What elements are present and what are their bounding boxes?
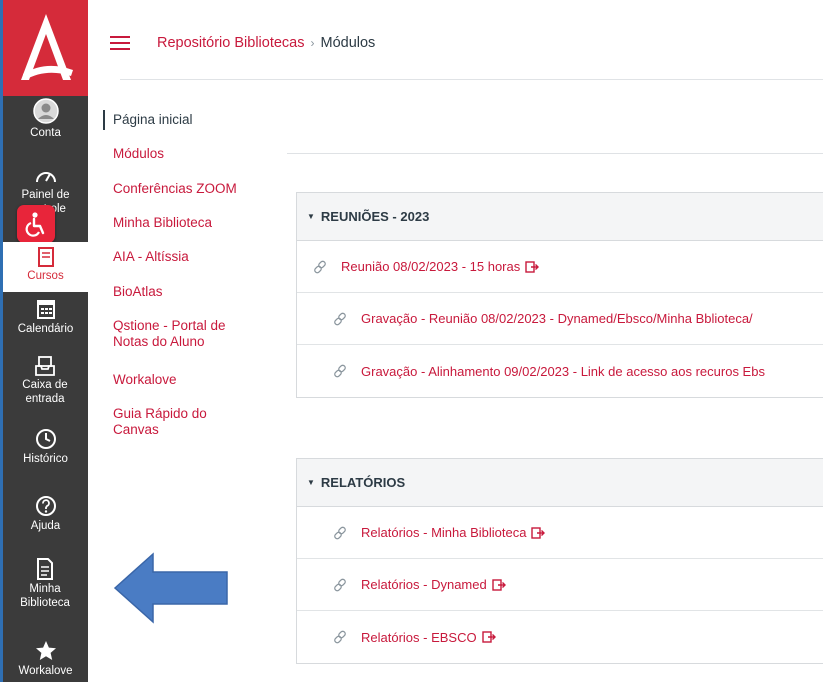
- nav-inbox-label: Caixa de entrada: [22, 379, 68, 405]
- module-item[interactable]: Relatórios - EBSCO: [297, 611, 823, 663]
- external-link-icon: [531, 526, 546, 539]
- book-icon: [37, 247, 54, 267]
- calendar-icon: [36, 300, 55, 319]
- module-item-title[interactable]: Relatórios - Minha Biblioteca: [361, 525, 526, 540]
- header-divider: [120, 79, 823, 80]
- nav-workalove-label: Workalove: [18, 665, 73, 677]
- nav-account[interactable]: Conta: [3, 98, 88, 140]
- external-link-icon: [525, 260, 540, 273]
- accessibility-button[interactable]: [17, 205, 55, 243]
- course-nav-bioatlas[interactable]: BioAtlas: [103, 284, 163, 300]
- star-icon: [35, 641, 56, 660]
- document-icon: [37, 558, 53, 580]
- module-relatorios: ▼ RELATÓRIOS Relatórios - Minha Bibliote…: [296, 458, 823, 664]
- module-item-title[interactable]: Gravação - Reunião 08/02/2023 - Dynamed/…: [361, 311, 753, 326]
- collapse-caret-icon: ▼: [307, 212, 315, 221]
- clock-icon: [35, 429, 56, 449]
- link-icon: [334, 526, 346, 539]
- breadcrumb-separator: ›: [310, 36, 315, 50]
- institution-logo[interactable]: [3, 0, 88, 96]
- link-icon: [334, 630, 346, 644]
- link-icon: [334, 364, 346, 378]
- external-link-icon: [481, 631, 496, 643]
- logo-icon: [20, 14, 73, 80]
- nav-help-label: Ajuda: [30, 520, 61, 532]
- module-header[interactable]: ▼ RELATÓRIOS: [297, 459, 823, 507]
- module-item[interactable]: Gravação - Reunião 08/02/2023 - Dynamed/…: [297, 293, 823, 345]
- nav-account-label: Conta: [30, 127, 61, 139]
- link-icon: [314, 260, 326, 273]
- help-icon: [35, 496, 56, 516]
- module-reunioes: ▼ REUNIÕES - 2023 Reunião 08/02/2023 - 1…: [296, 192, 823, 398]
- nav-help[interactable]: Ajuda: [3, 495, 88, 533]
- breadcrumb: Repositório Bibliotecas › Módulos: [157, 35, 375, 51]
- link-icon: [334, 312, 346, 325]
- annotation-arrow-icon: [113, 552, 228, 624]
- course-nav-zoom[interactable]: Conferências ZOOM: [103, 181, 237, 197]
- nav-workalove[interactable]: Workalove: [3, 640, 88, 678]
- nav-calendar-label: Calendário: [17, 323, 74, 335]
- nav-minha-biblioteca[interactable]: Minha Biblioteca: [12, 558, 78, 610]
- course-nav-guia-rapido[interactable]: Guia Rápido do Canvas: [103, 406, 253, 438]
- user-avatar-icon: [32, 98, 59, 124]
- breadcrumb-course-link[interactable]: Repositório Bibliotecas: [157, 35, 305, 51]
- inbox-icon: [35, 356, 55, 376]
- course-nav-aia-altissia[interactable]: AIA - Altíssia: [103, 249, 189, 265]
- accessibility-icon: [25, 212, 45, 237]
- nav-history-label: Histórico: [23, 453, 68, 465]
- nav-courses-label: Cursos: [27, 270, 64, 282]
- course-nav-qstione[interactable]: Qstione - Portal de Notas do Aluno: [103, 318, 263, 350]
- nav-courses[interactable]: Cursos: [3, 242, 88, 292]
- module-title: RELATÓRIOS: [320, 475, 406, 490]
- menu-toggle-button[interactable]: [110, 36, 130, 50]
- course-nav-minha-biblioteca[interactable]: Minha Biblioteca: [103, 215, 212, 231]
- link-icon: [334, 578, 346, 591]
- module-item[interactable]: Relatórios - Minha Biblioteca: [297, 507, 823, 559]
- global-nav: Conta Painel de controle Cursos Cale: [0, 0, 88, 682]
- module-item-title[interactable]: Gravação - Alinhamento 09/02/2023 - Link…: [361, 364, 765, 379]
- module-item-title[interactable]: Reunião 08/02/2023 - 15 horas: [341, 259, 520, 274]
- module-item-title[interactable]: Relatórios - EBSCO: [361, 630, 477, 645]
- module-title: REUNIÕES - 2023: [320, 209, 430, 224]
- module-item[interactable]: Gravação - Alinhamento 09/02/2023 - Link…: [297, 345, 823, 397]
- external-link-icon: [492, 578, 506, 591]
- module-item-title[interactable]: Relatórios - Dynamed: [361, 577, 487, 592]
- nav-calendar[interactable]: Calendário: [3, 298, 88, 336]
- module-header[interactable]: ▼ REUNIÕES - 2023: [297, 193, 823, 241]
- breadcrumb-current: Módulos: [320, 35, 376, 51]
- content-divider: [287, 153, 823, 154]
- nav-history[interactable]: Histórico: [3, 428, 88, 466]
- course-nav-modules[interactable]: Módulos: [103, 146, 164, 162]
- nav-inbox[interactable]: Caixa de entrada: [10, 356, 80, 406]
- dashboard-icon: [35, 172, 56, 183]
- module-item[interactable]: Reunião 08/02/2023 - 15 horas: [297, 241, 823, 293]
- course-nav-home[interactable]: Página inicial: [103, 110, 193, 130]
- nav-minha-biblioteca-label: Minha Biblioteca: [20, 583, 70, 609]
- module-item[interactable]: Relatórios - Dynamed: [297, 559, 823, 611]
- page-header: Repositório Bibliotecas › Módulos: [88, 0, 823, 80]
- collapse-caret-icon: ▼: [307, 478, 315, 487]
- course-nav-workalove[interactable]: Workalove: [103, 372, 177, 388]
